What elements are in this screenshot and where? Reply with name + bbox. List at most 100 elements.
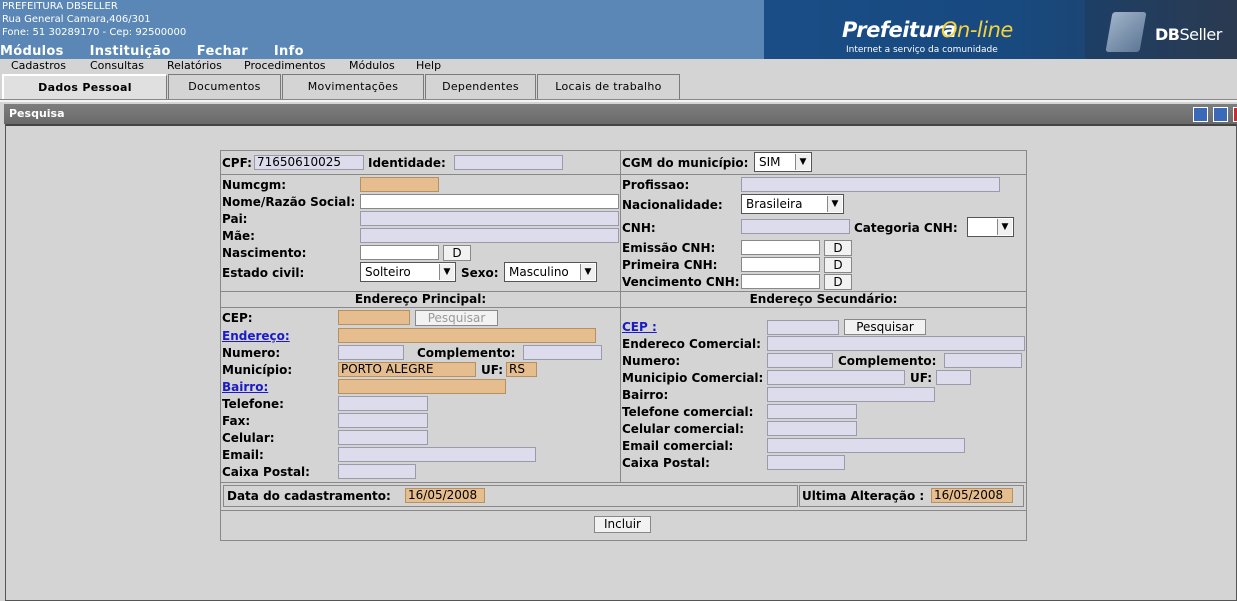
emissao-date-button[interactable]: D	[824, 240, 852, 256]
cadastro-form: CPF: 71650610025 Identidade: Numcgm: Nom…	[220, 150, 1027, 541]
tab-dependentes[interactable]: Dependentes	[425, 74, 536, 99]
uf-label: UF:	[481, 363, 504, 377]
endereco-secundario-header: Endereço Secundário:	[749, 292, 898, 306]
telefone-comercial-field[interactable]	[767, 404, 857, 419]
endereco-link[interactable]: Endereço:	[222, 329, 290, 343]
menu-modulos[interactable]: Módulos	[0, 44, 64, 59]
tab-bar: Dados Pessoal Documentos Movimentações D…	[0, 74, 1237, 99]
primeira-cnh-label: Primeira CNH:	[622, 258, 718, 272]
sub-menu: Cadastros Consultas Relatórios Procedime…	[0, 59, 1237, 73]
data-cadastramento-label: Data do cadastramento:	[227, 489, 391, 503]
nascimento-date-button[interactable]: D	[443, 245, 471, 261]
municipio-field: PORTO ALEGRE	[338, 362, 476, 377]
panel-titlebar: Pesquisa	[4, 104, 1237, 124]
primeira-date-button[interactable]: D	[824, 257, 852, 273]
fax-field[interactable]	[338, 413, 428, 428]
municipio-comercial-field[interactable]	[767, 370, 905, 385]
cep2-link[interactable]: CEP :	[622, 320, 657, 334]
menu-info[interactable]: Info	[274, 44, 304, 59]
panel-title: Pesquisa	[9, 107, 65, 120]
maximize-icon[interactable]	[1213, 107, 1228, 122]
pesquisar-cep2-button[interactable]: Pesquisar	[844, 319, 926, 335]
submenu-consultas[interactable]: Consultas	[90, 59, 144, 72]
sexo-label: Sexo:	[461, 266, 499, 280]
caixa-postal2-label: Caixa Postal:	[622, 456, 710, 470]
pesquisar-cep-button[interactable]: Pesquisar	[415, 310, 498, 326]
bairro2-field[interactable]	[767, 387, 935, 402]
cpf-field[interactable]: 71650610025	[254, 155, 364, 170]
cep-label: CEP:	[222, 311, 253, 325]
vencimento-date-button[interactable]: D	[824, 274, 852, 290]
close-icon[interactable]	[1233, 107, 1237, 122]
brand-part2: On-line	[941, 18, 1013, 42]
telefone-field[interactable]	[338, 396, 428, 411]
pai-field[interactable]	[360, 211, 619, 226]
chevron-down-icon: ▼	[580, 264, 595, 280]
cpf-label: CPF:	[222, 156, 252, 170]
submenu-relatorios[interactable]: Relatórios	[167, 59, 222, 72]
data-cadastramento-field: 16/05/2008	[405, 488, 485, 503]
categoria-cnh-select[interactable]: ▼	[967, 217, 1014, 237]
tab-dados-pessoal[interactable]: Dados Pessoal	[2, 74, 167, 99]
submenu-cadastros[interactable]: Cadastros	[11, 59, 66, 72]
ultima-alteracao-label: Ultima Alteração :	[802, 489, 925, 503]
company-info: PREFEITURA DBSELLER Rua General Camara,4…	[2, 0, 186, 39]
nacionalidade-select[interactable]: Brasileira ▼	[741, 194, 844, 214]
chevron-down-icon: ▼	[997, 219, 1012, 235]
email-field[interactable]	[338, 447, 536, 462]
estado-civil-value: Solteiro	[365, 265, 411, 279]
submenu-procedimentos[interactable]: Procedimentos	[244, 59, 326, 72]
numero-field[interactable]	[338, 345, 404, 360]
submenu-help[interactable]: Help	[416, 59, 441, 72]
complemento2-field[interactable]	[944, 353, 1022, 368]
vencimento-cnh-field[interactable]	[741, 274, 820, 289]
tab-locais-trabalho[interactable]: Locais de trabalho	[537, 74, 680, 99]
tab-movimentacoes[interactable]: Movimentações	[282, 74, 424, 99]
caixa-postal2-field[interactable]	[767, 455, 845, 470]
tab-documentos[interactable]: Documentos	[168, 74, 281, 99]
estado-civil-select[interactable]: Solteiro ▼	[360, 262, 456, 282]
celular-comercial-field[interactable]	[767, 421, 857, 436]
nome-field[interactable]	[360, 194, 619, 209]
email-label: Email:	[222, 448, 264, 462]
ultima-alteracao-box: Ultima Alteração : 16/05/2008	[799, 485, 1024, 507]
cnh-field[interactable]	[741, 219, 850, 234]
email-comercial-field[interactable]	[767, 438, 965, 453]
sexo-select[interactable]: Masculino ▼	[504, 262, 597, 282]
emissao-cnh-field[interactable]	[741, 240, 820, 255]
cep2-field[interactable]	[767, 320, 839, 335]
uf-field: RS	[506, 362, 537, 377]
dbseller-light: Seller	[1179, 25, 1222, 44]
complemento-field[interactable]	[523, 345, 602, 360]
ultima-alteracao-field: 16/05/2008	[931, 488, 1013, 503]
menu-instituicao[interactable]: Instituição	[90, 44, 171, 59]
minimize-icon[interactable]	[1193, 107, 1208, 122]
numcgm-field	[360, 177, 439, 192]
row-divider	[221, 307, 1026, 308]
chevron-down-icon: ▼	[439, 264, 454, 280]
primeira-cnh-field[interactable]	[741, 257, 820, 272]
incluir-button[interactable]: Incluir	[594, 516, 651, 533]
celular-comercial-label: Celular comercial:	[622, 422, 745, 436]
cep-field[interactable]	[338, 310, 410, 325]
mae-field[interactable]	[360, 228, 619, 243]
celular-field[interactable]	[338, 430, 428, 445]
uf2-field[interactable]	[936, 370, 971, 385]
nascimento-field[interactable]	[360, 245, 439, 260]
bairro-link[interactable]: Bairro:	[222, 380, 268, 394]
caixa-postal-label: Caixa Postal:	[222, 465, 310, 479]
cgm-municipio-value: SIM	[759, 155, 781, 169]
row-divider	[221, 174, 1026, 175]
submenu-modulos[interactable]: Módulos	[349, 59, 395, 72]
categoria-cnh-label: Categoria CNH:	[854, 221, 958, 235]
identidade-field[interactable]	[454, 155, 563, 170]
menu-fechar[interactable]: Fechar	[197, 44, 248, 59]
profissao-field[interactable]	[741, 177, 1000, 192]
caixa-postal-field[interactable]	[338, 464, 416, 479]
cgm-municipio-select[interactable]: SIM ▼	[754, 152, 812, 172]
numero2-field[interactable]	[767, 353, 833, 368]
pai-label: Pai:	[222, 212, 248, 226]
nacionalidade-label: Nacionalidade:	[622, 198, 723, 212]
endereco-comercial-field[interactable]	[767, 336, 1025, 351]
numero2-label: Numero:	[622, 354, 681, 368]
